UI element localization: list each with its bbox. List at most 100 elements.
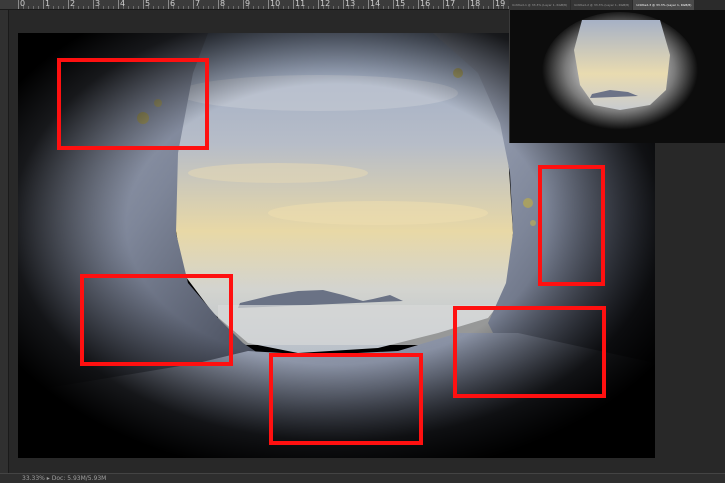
vertical-ruler[interactable] <box>0 10 9 473</box>
ruler-minor-tick <box>398 6 399 9</box>
ruler-minor-tick <box>373 6 374 9</box>
document-tab[interactable]: Untitled-2 @ 33.3% (Layer 1, RGB/8) <box>571 0 633 10</box>
ruler-minor-tick <box>28 6 29 9</box>
ruler-minor-tick <box>48 6 49 9</box>
ruler-major-tick <box>168 0 169 9</box>
ruler-minor-tick <box>383 6 384 9</box>
ruler-minor-tick <box>273 6 274 9</box>
ruler-minor-tick <box>328 6 329 9</box>
ruler-major-tick <box>118 0 119 9</box>
ruler-minor-tick <box>233 6 234 9</box>
ruler-minor-tick <box>103 6 104 9</box>
ruler-minor-tick <box>178 6 179 9</box>
marked-region-top-left[interactable] <box>57 58 209 150</box>
ruler-minor-tick <box>503 6 504 9</box>
ruler-major-tick <box>393 0 394 9</box>
ruler-minor-tick <box>113 6 114 9</box>
marked-region-right[interactable] <box>538 165 605 286</box>
ruler-major-tick <box>218 0 219 9</box>
ruler-minor-tick <box>203 6 204 9</box>
ruler-minor-tick <box>353 6 354 9</box>
ruler-minor-tick <box>228 6 229 9</box>
ruler-minor-tick <box>108 6 109 9</box>
ruler-minor-tick <box>98 6 99 9</box>
ruler-minor-tick <box>288 6 289 9</box>
ruler-minor-tick <box>473 6 474 9</box>
ruler-minor-tick <box>153 6 154 9</box>
ruler-major-tick <box>468 0 469 9</box>
ruler-minor-tick <box>63 6 64 9</box>
ruler-minor-tick <box>423 6 424 9</box>
ruler-major-tick <box>93 0 94 9</box>
ruler-minor-tick <box>498 6 499 9</box>
ruler-minor-tick <box>253 6 254 9</box>
ruler-minor-tick <box>158 6 159 9</box>
ruler-major-tick <box>368 0 369 9</box>
ruler-major-tick <box>418 0 419 9</box>
ruler-minor-tick <box>208 6 209 9</box>
ruler-minor-tick <box>88 6 89 9</box>
ruler-minor-tick <box>73 6 74 9</box>
ruler-minor-tick <box>53 6 54 9</box>
ruler-minor-tick <box>263 6 264 9</box>
ruler-minor-tick <box>133 6 134 9</box>
ruler-major-tick <box>68 0 69 9</box>
ruler-major-tick <box>243 0 244 9</box>
ruler-minor-tick <box>248 6 249 9</box>
ruler-minor-tick <box>483 6 484 9</box>
ruler-minor-tick <box>33 6 34 9</box>
ruler-minor-tick <box>173 6 174 9</box>
ruler-minor-tick <box>283 6 284 9</box>
ruler-minor-tick <box>123 6 124 9</box>
ruler-minor-tick <box>138 6 139 9</box>
ruler-major-tick <box>443 0 444 9</box>
ruler-major-tick <box>293 0 294 9</box>
marked-region-bottom-center[interactable] <box>269 353 423 445</box>
ruler-minor-tick <box>308 6 309 9</box>
document-tab[interactable]: Untitled-1 @ 33.3% (Layer 1, RGB/8) <box>509 0 571 10</box>
ruler-minor-tick <box>163 6 164 9</box>
navigator-preview-panel[interactable] <box>509 10 725 143</box>
ruler-minor-tick <box>458 6 459 9</box>
ruler-minor-tick <box>298 6 299 9</box>
ruler-minor-tick <box>448 6 449 9</box>
ruler-minor-tick <box>148 6 149 9</box>
ruler-minor-tick <box>83 6 84 9</box>
ruler-minor-tick <box>333 6 334 9</box>
ruler-minor-tick <box>238 6 239 9</box>
ruler-major-tick <box>18 0 19 9</box>
ruler-major-tick <box>193 0 194 9</box>
ruler-minor-tick <box>348 6 349 9</box>
ruler-minor-tick <box>128 6 129 9</box>
ruler-major-tick <box>268 0 269 9</box>
status-text: 33.33% ▸ Doc: 5.93M/5.93M <box>22 475 107 482</box>
navigator-thumbnail <box>510 10 725 143</box>
ruler-minor-tick <box>23 6 24 9</box>
ruler-minor-tick <box>428 6 429 9</box>
ruler-minor-tick <box>438 6 439 9</box>
ruler-minor-tick <box>78 6 79 9</box>
ruler-minor-tick <box>213 6 214 9</box>
ruler-minor-tick <box>223 6 224 9</box>
ruler-minor-tick <box>378 6 379 9</box>
ruler-minor-tick <box>38 6 39 9</box>
ruler-major-tick <box>43 0 44 9</box>
marked-region-bottom-right[interactable] <box>453 306 606 398</box>
ruler-major-tick <box>318 0 319 9</box>
ruler-minor-tick <box>453 6 454 9</box>
ruler-minor-tick <box>323 6 324 9</box>
document-tab[interactable]: Untitled-3 @ 33.3% (Layer 1, RGB/8) <box>633 0 695 10</box>
ruler-minor-tick <box>188 6 189 9</box>
ruler-minor-tick <box>403 6 404 9</box>
ruler-major-tick <box>143 0 144 9</box>
marked-region-left[interactable] <box>80 274 233 366</box>
ruler-minor-tick <box>258 6 259 9</box>
ruler-major-tick <box>493 0 494 9</box>
ruler-minor-tick <box>388 6 389 9</box>
ruler-minor-tick <box>58 6 59 9</box>
ruler-minor-tick <box>433 6 434 9</box>
ruler-minor-tick <box>463 6 464 9</box>
ruler-minor-tick <box>313 6 314 9</box>
ruler-minor-tick <box>183 6 184 9</box>
ruler-minor-tick <box>303 6 304 9</box>
